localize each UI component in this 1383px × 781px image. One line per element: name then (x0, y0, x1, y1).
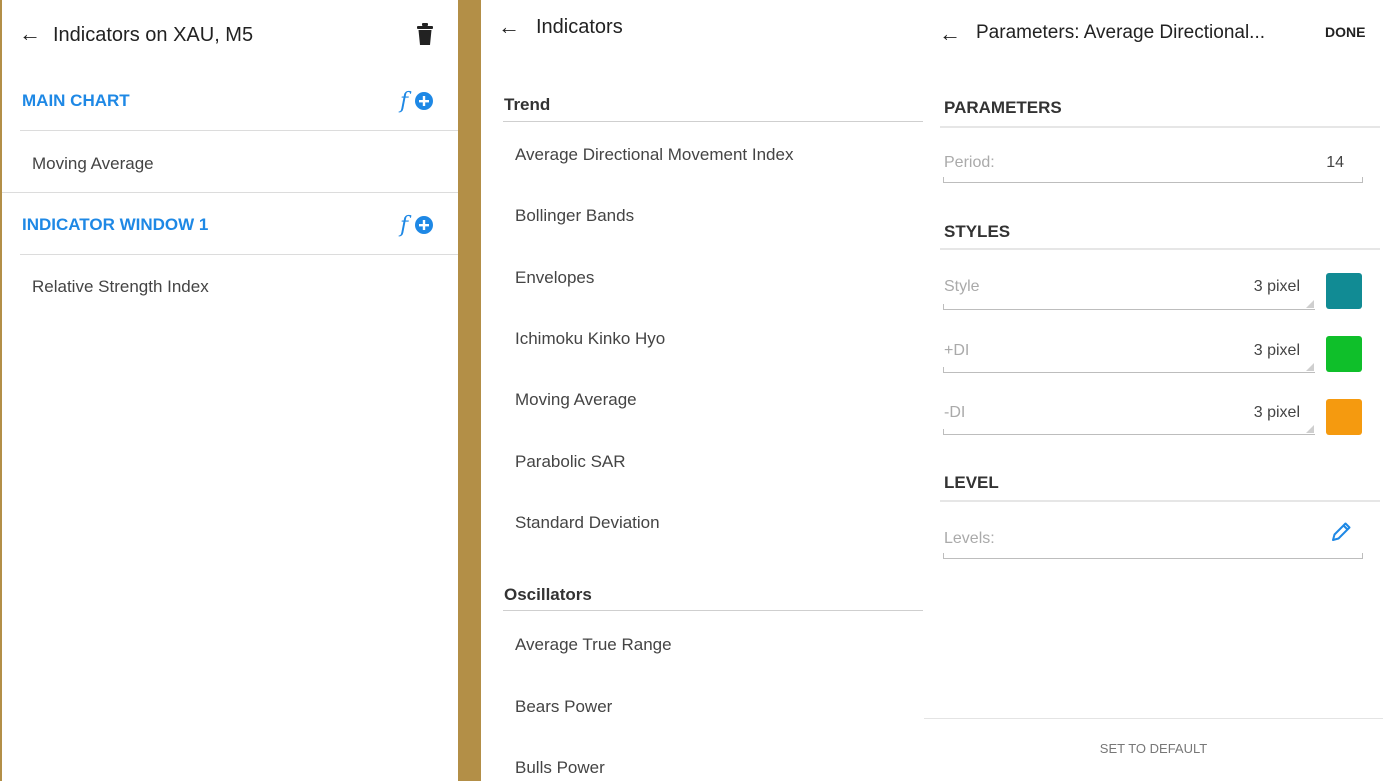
input-underline (943, 309, 1315, 310)
add-function-icon[interactable]: f (398, 88, 434, 114)
back-arrow-icon[interactable]: ← (939, 21, 961, 47)
dropdown-corner-icon (1306, 300, 1314, 308)
list-item[interactable]: Relative Strength Index (32, 277, 209, 297)
list-item[interactable]: Standard Deviation (515, 513, 660, 533)
input-tick (943, 304, 944, 309)
list-item[interactable]: Average Directional Movement Index (515, 145, 793, 165)
section-styles: STYLES (944, 222, 1011, 241)
indicators-list-panel: ← Indicators Trend Average Directional M… (481, 0, 924, 781)
svg-text:f: f (398, 89, 412, 114)
dropdown-corner-icon (1306, 363, 1314, 371)
list-item[interactable]: Parabolic SAR (515, 452, 626, 472)
input-tick (943, 429, 944, 434)
period-input[interactable]: 14 (1304, 154, 1344, 172)
divider (503, 610, 923, 611)
style-width-select[interactable]: 3 pixel (1204, 278, 1300, 296)
divider (940, 500, 1380, 502)
divider (503, 121, 923, 122)
levels-label: Levels: (944, 530, 995, 547)
style-color-swatch[interactable] (1326, 273, 1362, 309)
input-underline (943, 558, 1363, 559)
input-tick (1362, 177, 1363, 182)
page-title: Indicators on XAU, M5 (53, 24, 254, 46)
input-tick (943, 177, 944, 182)
input-tick (943, 553, 944, 558)
style-row-label: Style (944, 278, 980, 295)
plus-di-width-select[interactable]: 3 pixel (1204, 342, 1300, 360)
section-level: LEVEL (944, 473, 999, 492)
minus-di-color-swatch[interactable] (1326, 399, 1362, 435)
input-underline (943, 434, 1315, 435)
list-item[interactable]: Bears Power (515, 697, 612, 717)
indicators-on-chart-panel: ← Indicators on XAU, M5 MAIN CHART f Mov… (2, 0, 458, 781)
list-item[interactable]: Moving Average (32, 154, 154, 174)
group-oscillators: Oscillators (504, 585, 592, 604)
done-button[interactable]: DONE (1325, 24, 1365, 40)
page-title: Parameters: Average Directional... (976, 22, 1266, 43)
add-function-icon[interactable]: f (398, 212, 434, 238)
list-item[interactable]: Moving Average (515, 390, 637, 410)
plus-di-row-label: +DI (944, 342, 970, 359)
divider (20, 254, 458, 255)
divider (924, 718, 1383, 719)
divider (20, 130, 458, 131)
section-indicator-window-1: INDICATOR WINDOW 1 (22, 215, 209, 234)
divider (2, 192, 458, 193)
plus-di-color-swatch[interactable] (1326, 336, 1362, 372)
dropdown-corner-icon (1306, 425, 1314, 433)
back-arrow-icon[interactable]: ← (498, 14, 520, 40)
list-item[interactable]: Ichimoku Kinko Hyo (515, 329, 665, 349)
svg-text:f: f (398, 213, 412, 238)
panel-separator (458, 0, 481, 781)
input-tick (1362, 553, 1363, 558)
section-parameters: PARAMETERS (944, 98, 1062, 117)
page-title: Indicators (536, 16, 623, 38)
parameters-panel: ← Parameters: Average Directional... DON… (924, 0, 1383, 781)
input-tick (943, 367, 944, 372)
period-label: Period: (944, 154, 995, 171)
panel1-header: ← Indicators on XAU, M5 (2, 0, 458, 70)
list-item[interactable]: Bulls Power (515, 758, 605, 778)
list-item[interactable]: Average True Range (515, 635, 672, 655)
minus-di-width-select[interactable]: 3 pixel (1204, 404, 1300, 422)
input-underline (943, 372, 1315, 373)
divider (940, 248, 1380, 250)
list-item[interactable]: Bollinger Bands (515, 206, 634, 226)
group-trend: Trend (504, 95, 551, 114)
back-arrow-icon[interactable]: ← (19, 21, 41, 47)
minus-di-row-label: -DI (944, 404, 966, 421)
set-to-default-button[interactable]: SET TO DEFAULT (924, 741, 1383, 756)
list-item[interactable]: Envelopes (515, 268, 594, 288)
section-main-chart: MAIN CHART (22, 91, 130, 110)
pencil-icon[interactable] (1328, 519, 1354, 545)
divider (940, 126, 1380, 128)
trash-icon[interactable] (415, 22, 435, 46)
input-underline (943, 182, 1363, 183)
